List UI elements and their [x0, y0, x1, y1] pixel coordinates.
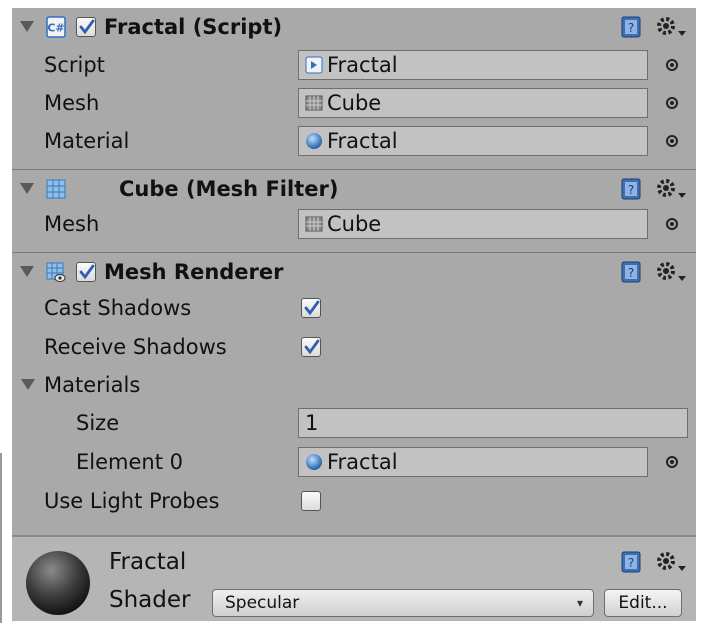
script-object-field[interactable]: Fractal: [298, 50, 648, 80]
checkmark-icon: [304, 339, 320, 355]
field-label: Receive Shadows: [44, 335, 227, 359]
receive-shadows-checkbox[interactable]: [301, 337, 321, 357]
edit-shader-button[interactable]: Edit...: [604, 589, 682, 617]
script-icon: [305, 56, 323, 74]
object-picker-icon[interactable]: [666, 59, 678, 71]
foldout-arrow-icon[interactable]: [20, 21, 34, 32]
material-preview-panel: Fractal ? Shader Specular ▾ Edit...: [12, 535, 696, 621]
mesh-icon: [305, 95, 323, 111]
component-title: Fractal (Script): [104, 15, 283, 39]
material-object-field[interactable]: Fractal: [298, 126, 648, 156]
help-book-icon[interactable]: ?: [621, 178, 641, 200]
mesh-renderer-enabled-checkbox[interactable]: [76, 262, 96, 282]
gear-menu-icon[interactable]: [654, 14, 688, 40]
field-row-materials-size: Size 1: [12, 404, 696, 442]
field-label: Mesh: [44, 91, 100, 115]
mesh-filter-icon: [46, 179, 66, 199]
component-title: Mesh Renderer: [104, 260, 284, 284]
field-row-mesh-filter-mesh: Mesh Cube: [12, 205, 696, 243]
dropdown-arrow-icon: ▾: [576, 596, 583, 610]
field-value: Fractal: [327, 129, 398, 153]
materials-foldout[interactable]: Materials: [12, 366, 696, 404]
field-row-cast-shadows: Cast Shadows: [12, 289, 696, 327]
fractal-script-enabled-checkbox[interactable]: [76, 17, 96, 37]
checkmark-icon: [304, 300, 320, 316]
component-header-mesh-renderer[interactable]: Mesh Renderer ?: [12, 252, 696, 291]
gear-menu-icon[interactable]: [654, 259, 688, 285]
material-preview-sphere: [26, 551, 90, 615]
gear-menu-icon[interactable]: [654, 549, 688, 575]
field-value: Fractal: [327, 53, 398, 77]
field-value: 1: [305, 411, 319, 435]
cast-shadows-checkbox[interactable]: [301, 298, 321, 318]
foldout-arrow-icon[interactable]: [21, 379, 35, 390]
field-label: Size: [76, 411, 120, 435]
component-header-fractal-script[interactable]: C# Fractal (Script) ?: [12, 8, 696, 46]
csharp-script-icon: C#: [46, 16, 66, 38]
object-picker-icon[interactable]: [666, 218, 678, 230]
material-icon: [306, 133, 322, 149]
foldout-arrow-icon[interactable]: [20, 266, 34, 277]
inspector-panel: C# Fractal (Script) ? Script Fractal Mes…: [12, 8, 696, 621]
mesh-object-field[interactable]: Cube: [298, 88, 648, 118]
help-book-icon[interactable]: ?: [621, 551, 641, 573]
shader-value: Specular: [225, 593, 300, 613]
help-book-icon[interactable]: ?: [621, 261, 641, 283]
gear-menu-icon[interactable]: [654, 176, 688, 202]
component-header-mesh-filter[interactable]: Cube (Mesh Filter) ?: [12, 169, 696, 208]
field-value: Fractal: [327, 450, 398, 474]
svg-text:?: ?: [628, 266, 634, 280]
field-label: Cast Shadows: [44, 296, 192, 320]
field-label: Material: [44, 129, 130, 153]
materials-label: Materials: [44, 373, 141, 397]
element-0-object-field[interactable]: Fractal: [298, 447, 648, 477]
help-book-icon[interactable]: ?: [621, 16, 641, 38]
field-value: Cube: [327, 212, 382, 236]
mesh-object-field[interactable]: Cube: [298, 209, 648, 239]
checkmark-icon: [79, 264, 95, 280]
shader-label: Shader: [109, 587, 191, 613]
field-value: Cube: [327, 91, 382, 115]
material-name: Fractal: [109, 549, 187, 575]
field-row-receive-shadows: Receive Shadows: [12, 328, 696, 366]
svg-text:C#: C#: [47, 22, 64, 35]
svg-text:?: ?: [628, 556, 634, 570]
component-title: Cube (Mesh Filter): [119, 177, 339, 201]
material-icon: [306, 454, 322, 470]
checkmark-icon: [79, 19, 95, 35]
field-row-mesh: Mesh Cube: [12, 84, 696, 122]
svg-text:?: ?: [628, 183, 634, 197]
mesh-renderer-icon: [46, 262, 66, 282]
object-picker-icon[interactable]: [666, 456, 678, 468]
materials-size-input[interactable]: 1: [298, 408, 688, 438]
left-divider: [0, 453, 2, 623]
field-row-material: Material Fractal: [12, 122, 696, 160]
mesh-icon: [305, 216, 323, 232]
field-row-element-0: Element 0 Fractal: [12, 443, 696, 481]
field-label: Element 0: [76, 450, 183, 474]
foldout-arrow-icon[interactable]: [20, 183, 34, 194]
object-picker-icon[interactable]: [666, 97, 678, 109]
field-label: Use Light Probes: [44, 489, 220, 513]
field-label: Mesh: [44, 212, 100, 236]
field-label: Script: [44, 53, 105, 77]
use-light-probes-checkbox[interactable]: [301, 491, 321, 511]
field-row-script: Script Fractal: [12, 46, 696, 84]
svg-text:?: ?: [628, 21, 634, 35]
shader-dropdown[interactable]: Specular ▾: [212, 589, 594, 617]
object-picker-icon[interactable]: [666, 135, 678, 147]
field-row-use-light-probes: Use Light Probes: [12, 482, 696, 520]
